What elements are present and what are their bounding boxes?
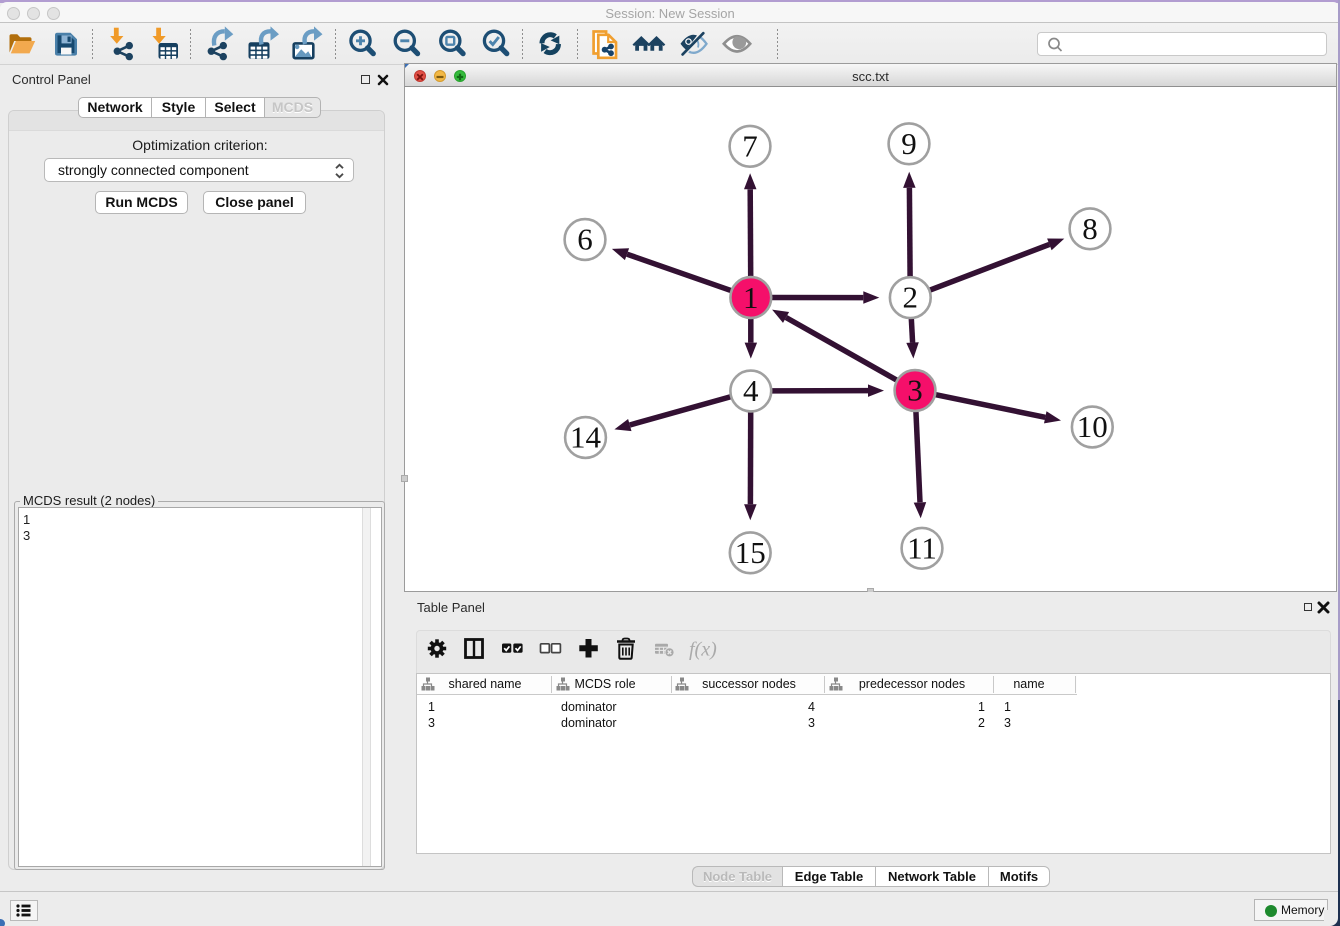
svg-text:3: 3 — [907, 373, 923, 408]
svg-text:7: 7 — [742, 128, 758, 163]
svg-text:9: 9 — [901, 126, 917, 161]
svg-text:2: 2 — [903, 280, 919, 315]
svg-text:15: 15 — [735, 535, 766, 570]
svg-text:f(x): f(x) — [689, 639, 717, 661]
svg-text:14: 14 — [570, 420, 602, 455]
svg-text:4: 4 — [743, 373, 759, 408]
svg-text:8: 8 — [1082, 211, 1098, 246]
svg-text:10: 10 — [1077, 409, 1108, 444]
svg-text:6: 6 — [577, 222, 593, 257]
svg-text:11: 11 — [907, 530, 937, 565]
svg-text:1: 1 — [743, 280, 759, 315]
